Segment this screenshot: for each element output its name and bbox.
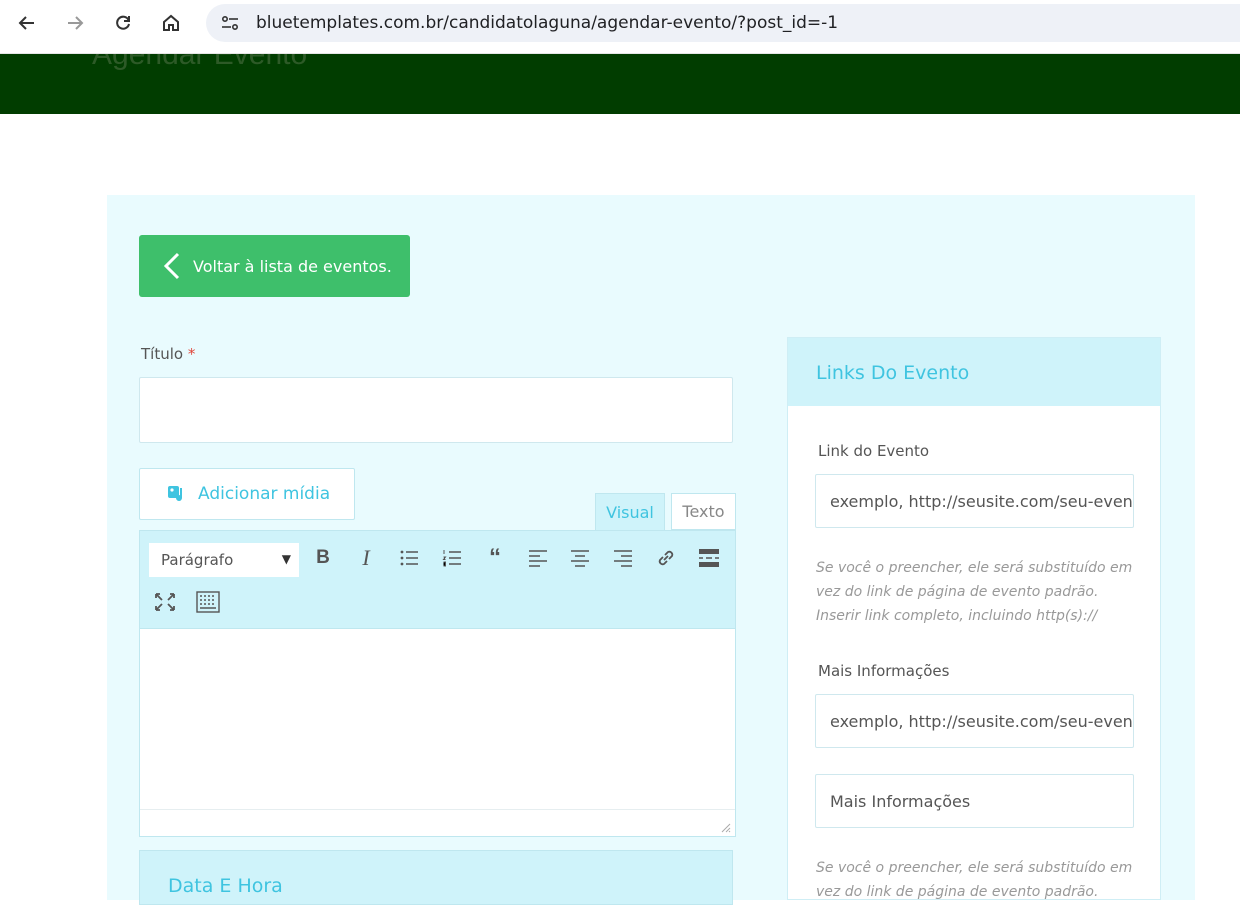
page-title: Agendar Evento	[92, 54, 308, 71]
blockquote-icon[interactable]: “	[482, 544, 508, 571]
event-link-label: Link do Evento	[818, 442, 930, 460]
add-media-label: Adicionar mídia	[198, 484, 331, 504]
date-time-title: Data E Hora	[168, 875, 283, 897]
url-text[interactable]: bluetemplates.com.br/candidatolaguna/age…	[256, 13, 838, 33]
editor-content-area[interactable]	[140, 629, 735, 809]
caret-down-icon: ▼	[281, 552, 291, 566]
chevron-left-icon	[163, 252, 180, 280]
fullscreen-icon[interactable]	[152, 589, 178, 615]
required-mark: *	[187, 345, 196, 363]
title-input[interactable]	[139, 377, 733, 443]
site-settings-icon[interactable]	[220, 13, 240, 33]
home-icon[interactable]	[156, 8, 186, 38]
link-icon[interactable]	[653, 545, 679, 571]
format-select[interactable]: Parágrafo ▼	[149, 543, 299, 577]
add-media-button[interactable]: Adicionar mídia	[139, 468, 355, 520]
more-info-text-input[interactable]: Mais Informações	[815, 774, 1134, 828]
event-links-header: Links Do Evento	[788, 338, 1160, 406]
tab-text[interactable]: Texto	[671, 493, 736, 530]
event-link-help: Se você o preencher, ele será substituíd…	[816, 560, 1133, 624]
event-links-title: Links Do Evento	[816, 362, 970, 384]
back-to-list-button[interactable]: Voltar à lista de eventos.	[139, 235, 410, 297]
reload-icon[interactable]	[108, 8, 138, 38]
italic-icon[interactable]: I	[353, 545, 379, 571]
bullet-list-icon[interactable]	[396, 545, 422, 571]
event-form: Voltar à lista de eventos. Título * Adic…	[107, 195, 1195, 905]
editor-statusbar	[140, 809, 735, 836]
read-more-icon[interactable]	[696, 545, 722, 571]
forward-arrow-icon[interactable]	[60, 8, 90, 38]
format-select-value: Parágrafo	[161, 551, 234, 569]
back-to-list-label: Voltar à lista de eventos.	[193, 256, 392, 276]
title-label-text: Título	[141, 345, 184, 363]
numbered-list-icon[interactable]	[439, 545, 465, 571]
editor-toolbar: Parágrafo ▼ B I “	[140, 531, 735, 629]
more-info-label: Mais Informações	[818, 662, 950, 680]
more-info-help: Se você o preencher, ele será substituíd…	[816, 860, 1133, 900]
resize-handle-icon[interactable]	[719, 821, 731, 833]
media-icon	[168, 486, 183, 502]
address-bar[interactable]: bluetemplates.com.br/candidatolaguna/age…	[206, 4, 1240, 42]
bold-icon[interactable]: B	[310, 545, 336, 571]
back-arrow-icon[interactable]	[12, 8, 42, 38]
align-left-icon[interactable]	[525, 545, 551, 571]
content-editor: Parágrafo ▼ B I “	[139, 530, 736, 837]
title-label: Título *	[141, 345, 195, 363]
site-header: Agendar Evento	[0, 54, 1240, 114]
more-info-url-input[interactable]: exemplo, http://seusite.com/seu-even	[815, 694, 1134, 748]
tab-visual[interactable]: Visual	[595, 493, 665, 530]
event-link-input[interactable]: exemplo, http://seusite.com/seu-even	[815, 474, 1134, 528]
browser-toolbar: bluetemplates.com.br/candidatolaguna/age…	[0, 0, 1240, 54]
align-center-icon[interactable]	[567, 545, 593, 571]
date-time-panel: Data E Hora	[139, 850, 733, 905]
align-right-icon[interactable]	[610, 545, 636, 571]
keyboard-icon[interactable]	[195, 589, 221, 615]
event-links-panel: Links Do Evento Link do Evento exemplo, …	[787, 337, 1161, 900]
